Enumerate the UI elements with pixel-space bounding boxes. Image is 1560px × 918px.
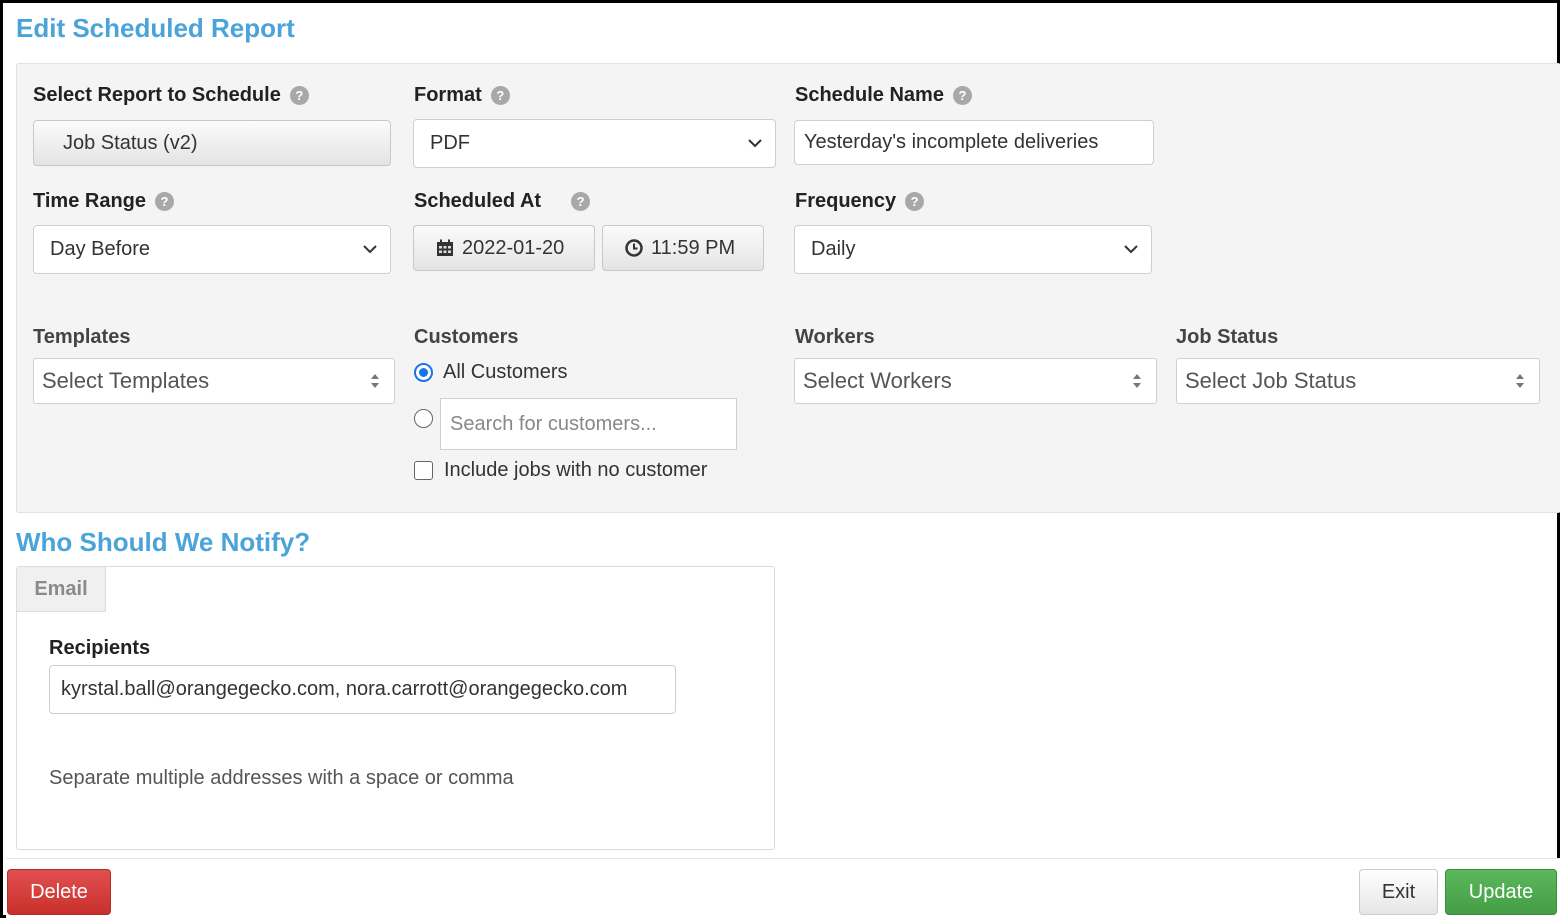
recipients-hint: Separate multiple addresses with a space…: [49, 767, 514, 789]
chevron-down-icon: [363, 244, 377, 253]
page-title: Edit Scheduled Report: [16, 13, 295, 43]
calendar-icon: [437, 239, 453, 256]
window-frame: Edit Scheduled Report Select Report to S…: [0, 0, 1560, 918]
scheduled-at-label-text: Scheduled At: [414, 190, 542, 212]
frequency-label-text: Frequency: [795, 190, 897, 212]
schedule-name-input[interactable]: Yesterday's incomplete deliveries: [794, 120, 1154, 165]
time-range-label: Time Range ?: [33, 190, 174, 213]
select-report-value: Job Status (v2): [63, 131, 198, 154]
format-label-text: Format: [414, 84, 482, 106]
time-range-value: Day Before: [50, 238, 151, 260]
tab-email[interactable]: Email: [17, 567, 106, 612]
scheduled-time-value: 11:59 PM: [651, 236, 736, 259]
job-status-placeholder: Select Job Status: [1185, 368, 1357, 393]
select-report-button[interactable]: Job Status (v2): [33, 120, 391, 166]
job-status-label: Job Status: [1176, 326, 1279, 348]
time-range-label-text: Time Range: [33, 190, 146, 212]
scheduled-date-value: 2022-01-20: [462, 236, 565, 259]
select-report-label-text: Select Report to Schedule: [33, 84, 281, 106]
sort-updown-icon: [371, 374, 379, 388]
help-icon[interactable]: ?: [571, 192, 591, 211]
time-picker-button[interactable]: 11:59 PM: [602, 225, 764, 271]
date-picker-button[interactable]: 2022-01-20: [413, 225, 595, 271]
help-icon[interactable]: ?: [905, 192, 925, 211]
format-select[interactable]: PDF: [413, 119, 776, 168]
delete-button[interactable]: Delete: [7, 869, 111, 915]
workers-placeholder: Select Workers: [803, 368, 952, 393]
sort-updown-icon: [1133, 374, 1141, 388]
help-icon[interactable]: ?: [952, 86, 972, 105]
help-icon[interactable]: ?: [289, 86, 309, 105]
schedule-name-label: Schedule Name ?: [795, 84, 972, 107]
frequency-value: Daily: [811, 238, 856, 260]
customer-search-input[interactable]: Search for customers...: [440, 398, 737, 450]
chevron-down-icon: [1124, 244, 1138, 253]
no-customer-checkbox[interactable]: [414, 461, 433, 480]
schedule-name-label-text: Schedule Name: [795, 84, 944, 106]
select-report-label: Select Report to Schedule ?: [33, 84, 309, 107]
scheduled-at-label: Scheduled At ?: [414, 190, 591, 213]
footer-bar: Delete Exit Update: [6, 858, 1560, 918]
customer-search-placeholder: Search for customers...: [450, 412, 657, 435]
recipients-input[interactable]: kyrstal.ball@orangegecko.com, nora.carro…: [49, 665, 676, 714]
help-icon[interactable]: ?: [490, 86, 510, 105]
notify-panel: Email Recipients kyrstal.ball@orangegeck…: [16, 566, 775, 850]
all-customers-label: All Customers: [443, 361, 568, 383]
schedule-name-value: Yesterday's incomplete deliveries: [804, 131, 1099, 153]
notify-section-title: Who Should We Notify?: [16, 527, 311, 557]
recipients-label: Recipients: [49, 637, 151, 659]
frequency-select[interactable]: Daily: [794, 225, 1152, 274]
chevron-down-icon: [748, 138, 762, 147]
format-label: Format ?: [414, 84, 510, 107]
update-button[interactable]: Update: [1445, 869, 1557, 915]
templates-placeholder: Select Templates: [42, 368, 210, 393]
report-settings-panel: Select Report to Schedule ? Job Status (…: [16, 63, 1560, 513]
sort-updown-icon: [1516, 374, 1524, 388]
workers-select[interactable]: Select Workers: [794, 358, 1157, 404]
job-status-select[interactable]: Select Job Status: [1176, 358, 1540, 404]
format-value: PDF: [430, 132, 470, 154]
specific-customers-radio[interactable]: [414, 409, 433, 428]
exit-button[interactable]: Exit: [1359, 869, 1438, 915]
time-range-select[interactable]: Day Before: [33, 225, 391, 274]
clock-icon: [625, 239, 643, 257]
templates-select[interactable]: Select Templates: [33, 358, 395, 404]
help-icon[interactable]: ?: [155, 192, 174, 211]
customers-label: Customers: [414, 326, 519, 348]
templates-label: Templates: [33, 326, 131, 348]
all-customers-radio[interactable]: [414, 363, 433, 382]
recipients-value: kyrstal.ball@orangegecko.com, nora.carro…: [61, 678, 628, 700]
no-customer-label: Include jobs with no customer: [444, 459, 708, 481]
workers-label: Workers: [795, 326, 875, 348]
frequency-label: Frequency ?: [795, 190, 925, 213]
